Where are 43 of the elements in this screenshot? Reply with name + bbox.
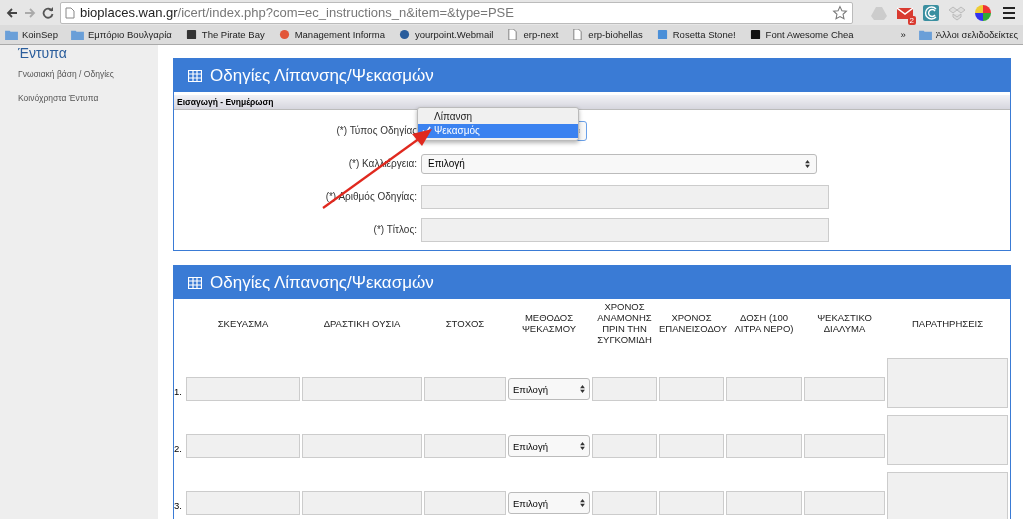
bookmark[interactable]: KoinSep [5,29,58,40]
row-number: 2. [174,442,183,454]
row-number: 3. [174,499,183,511]
bookmark[interactable]: yourpoint.Webmail [397,29,494,40]
bookmark[interactable]: Άλλοι σελιδοδείκτες [918,29,1018,40]
column-header: ΧΡΟΝΟΣ ΑΝΑΜΟΝΗΣ ΠΡΙΝ ΤΗΝ ΣΥΓΚΟΜΙΔΗ [596,301,653,347]
column-header: ΔΟΣΗ (100 ΛΙΤΡΑ ΝΕΡΟ) [733,312,795,336]
select-value: Επιλογή [428,158,465,169]
sidebar-heading: Έντυπα [18,45,68,61]
column-header: ΣΚΕΥΑΣΜΑ [216,317,270,331]
select-value: Επιλογή [513,440,548,452]
column-header: ΠΑΡΑΤΗΡΗΣΕΙΣ [910,317,984,331]
column-header: ΜΕΘΟΔΟΣ ΨΕΚΑΣΜΟΥ [520,312,578,336]
bookmark[interactable]: The Pirate Bay [184,29,265,40]
select-value: Επιλογή [513,497,548,509]
bookmark[interactable]: Εμπόριο Βουλγαρία [70,29,172,40]
column-header: ΣΤΟΧΟΣ [444,317,486,331]
column-header: ΨΕΚΑΣΤΙΚΟ ΔΙΑΛΥΜΑ [816,312,873,336]
dropdown-option[interactable]: Ψεκασμός [418,123,578,138]
unread-badge: 2 [907,15,916,25]
panel-title: Οδηγίες Λίπανσης/Ψεκασμών [210,272,434,293]
sidebar-link[interactable]: Κοινόχρηστα Έντυπα [18,93,158,103]
url-text: bioplaces.wan.gr/icert/index.php?com=ec_instructions_n&item=&type=PSE [80,5,515,20]
bookmark[interactable]: Font Awesome Chea [748,29,854,40]
overflow-chevron[interactable]: » [900,29,906,40]
dropdown-option[interactable]: Λίπανση [418,109,578,124]
column-header: ΔΡΑΣΤΙΚΗ ΟΥΣΙΑ [322,317,402,331]
bookmark[interactable]: erp-biohellas [571,29,643,40]
select-field[interactable]: Επιλογή [508,435,590,457]
field-label: (*) Τίτλος: [373,224,417,235]
select-field[interactable]: Επιλογή [508,492,590,514]
select-field[interactable]: Επιλογή [421,153,817,174]
sidebar-link[interactable]: Γνωσιακή βάση / Οδηγίες [18,69,158,79]
select-field[interactable]: Επιλογή [508,378,590,400]
bookmark[interactable]: Management Informa [277,29,385,40]
field-label: (*) Τύπος Οδηγίας [336,125,417,136]
section-header: Εισαγωγή - Ενημέρωση [174,95,1010,110]
bookmark[interactable]: Rosetta Stone! [655,29,736,40]
bookmark[interactable]: erp-next [506,29,559,40]
address-bar[interactable]: bioplaces.wan.gr/icert/index.php?com=ec_instructions_n&item=&type=PSE [60,1,853,24]
row-number: 1. [174,385,183,397]
panel-title: Οδηγίες Λίπανσης/Ψεκασμών [210,65,434,86]
select-value: Επιλογή [513,383,548,395]
